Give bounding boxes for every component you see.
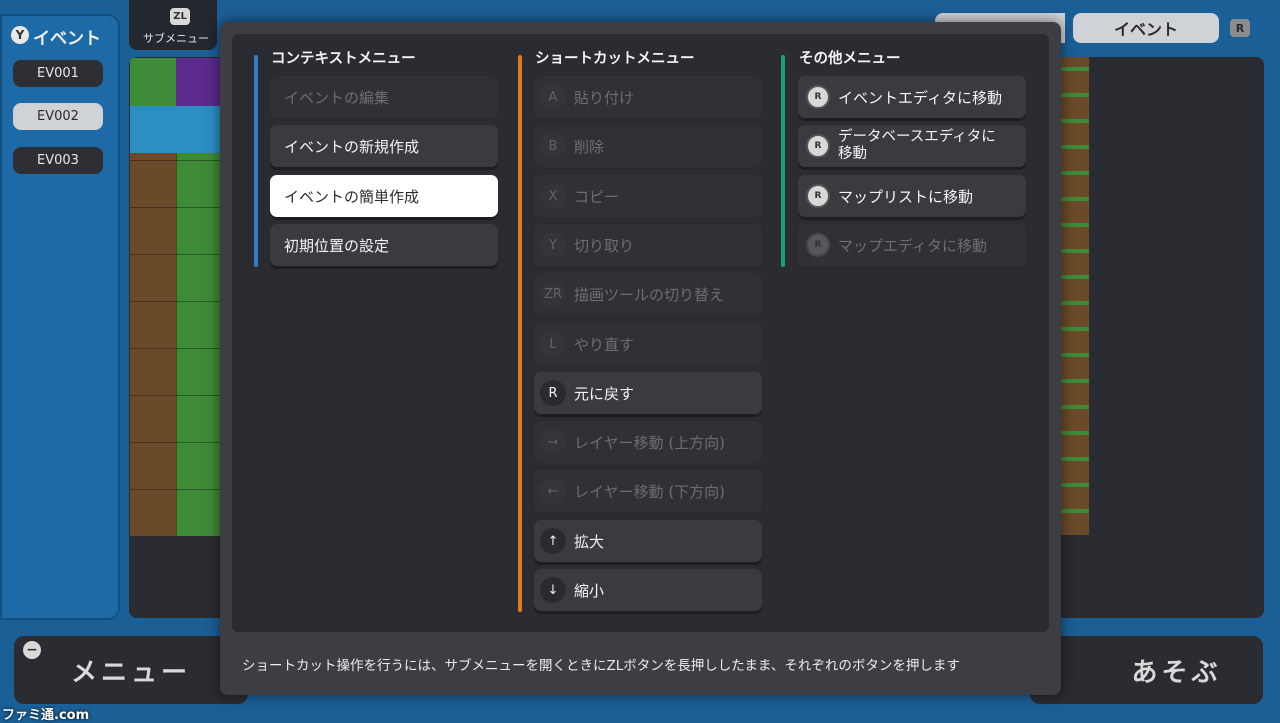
menu-item: R マップエディタに移動 [798,224,1026,266]
menu-item[interactable]: R データベースエディタに 移動 [798,125,1026,167]
column-title: コンテキストメニュー [271,51,416,67]
menu-item-label: データベースエディタに 移動 [838,129,996,163]
menu-item-label-line: イベントエディタに移動 [838,88,1002,107]
menu-item: イベントの編集 [270,76,498,118]
r-stick-icon: R [806,85,830,109]
menu-item: ZR 描画ツールの切り替え [534,273,762,315]
controller-button-icon: L [540,331,566,357]
menu-item-label-line: 移動 [838,146,867,162]
column-title: その他メニュー [799,51,901,67]
submenu-panel: コンテキストメニューイベントの編集イベントの新規作成 イベントの簡単作成 初期位置の… [232,34,1049,632]
tab-event[interactable]: イベント [1073,13,1219,43]
menu-item[interactable]: R イベントエディタに移動 [798,76,1026,118]
event-item-ev003[interactable]: EV003 [13,147,103,174]
menu-item-label: マップリストに移動 [838,186,973,207]
menu-item-label: 貼り付け [574,88,635,107]
menu-item[interactable]: イベントの簡単作成 [270,175,498,217]
event-list-title: イベント [33,29,101,49]
r-stick-icon: R [806,184,830,208]
menu-item-label: 元に戻す [574,384,635,403]
menu-item-label-line: マップエディタに移動 [838,236,987,255]
controller-button-icon: ZR [540,281,566,307]
menu-item: L やり直す [534,323,762,365]
column-title: ショートカットメニュー [535,51,695,67]
menu-item-label: イベントエディタに移動 [838,87,1002,108]
menu-item[interactable]: 初期位置の設定 [270,224,498,266]
menu-item[interactable]: イベントの新規作成 [270,125,498,167]
menu-item-label: イベントの簡単作成 [284,187,420,206]
menu-item: A 貼り付け [534,76,762,118]
column-accent-bar [518,55,522,612]
menu-item-label: コピー [574,187,620,206]
controller-button-icon: Y [540,232,566,258]
menu-button[interactable]: メニュー [14,636,248,704]
menu-item-label: 描画ツールの切り替え [574,285,725,304]
controller-button-icon: X [540,183,566,209]
menu-item-label: やり直す [574,335,635,354]
shortcut-hint: ショートカット操作を行うには、サブメニューを開くときにZLボタンを長押ししたまま… [242,658,960,674]
controller-button-icon: R [540,380,566,406]
menu-item-label: レイヤー移動 (上方向) [574,433,726,452]
controller-button-icon: B [540,133,566,159]
menu-item[interactable]: ↓ 縮小 [534,569,762,611]
column-accent-bar [254,55,258,267]
menu-item-label: 拡大 [574,532,605,551]
menu-item-label: イベントの編集 [284,88,390,107]
menu-item-label: イベントの新規作成 [284,137,420,156]
menu-item-label: 縮小 [574,581,605,600]
menu-item[interactable]: ↑ 拡大 [534,520,762,562]
menu-item[interactable]: R 元に戻す [534,372,762,414]
menu-item: → レイヤー移動 (上方向) [534,421,762,463]
menu-item: Y 切り取り [534,224,762,266]
menu-item: X コピー [534,175,762,217]
minus-button-icon: − [23,641,41,659]
column-accent-bar [781,55,785,267]
menu-item-label: レイヤー移動 (下方向) [574,482,726,501]
map-tiles [130,58,222,536]
menu-item-label-line: マップリストに移動 [838,187,974,206]
event-item-ev002[interactable]: EV002 [13,103,103,130]
menu-item: ← レイヤー移動 (下方向) [534,470,762,512]
submenu-dialog: コンテキストメニューイベントの編集イベントの新規作成 イベントの簡単作成 初期位置の… [220,22,1061,695]
controller-button-icon: A [540,84,566,110]
menu-item-label: マップエディタに移動 [838,235,987,256]
menu-item-label: 初期位置の設定 [284,236,390,255]
fence-tiles [1059,57,1089,535]
submenu-label: サブメニュー [143,32,209,45]
controller-button-icon: ↑ [540,528,566,554]
menu-item-label-line: データベースエディタに [838,129,996,145]
r-stick-icon: R [806,134,830,158]
menu-item[interactable]: R マップリストに移動 [798,175,1026,217]
zl-button-icon: ZL [170,8,190,25]
menu-item-label: 削除 [574,137,605,156]
r-stick-icon: R [806,233,830,257]
menu-item: B 削除 [534,125,762,167]
play-button[interactable]: あそぶ [1030,636,1263,704]
y-button-icon: Y [11,26,29,44]
event-item-ev001[interactable]: EV001 [13,60,103,87]
controller-button-icon: ↓ [540,577,566,603]
controller-button-icon: ← [540,478,566,504]
menu-item-label: 切り取り [574,236,635,255]
watermark-logo: ファミ通.com [2,708,90,723]
r-button-icon: R [1230,19,1250,37]
controller-button-icon: → [540,429,566,455]
